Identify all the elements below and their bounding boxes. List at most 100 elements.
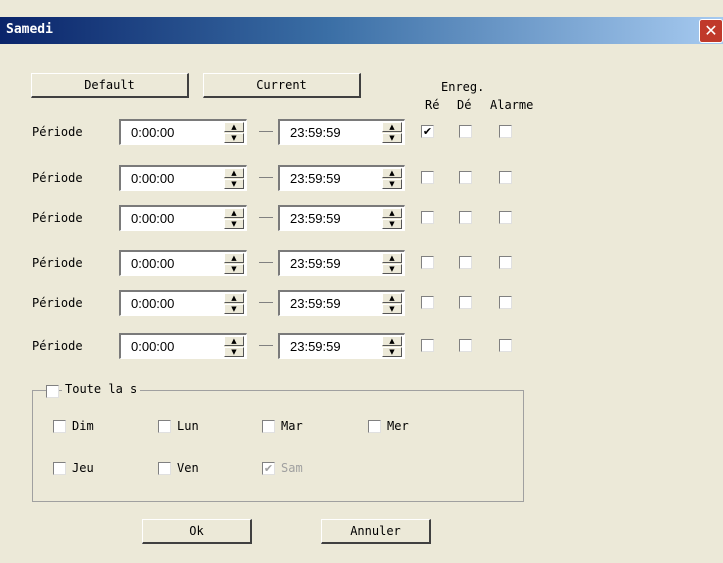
schedule-dialog: Samedi ✕ Default Current Enreg. Ré Dé Al… — [0, 0, 723, 563]
spin-down-icon[interactable]: ▼ — [224, 304, 244, 314]
day-label: Mer — [387, 419, 409, 433]
close-icon[interactable]: ✕ — [699, 19, 723, 43]
spin-down-icon[interactable]: ▼ — [382, 264, 402, 274]
end-spinner[interactable]: ▲ ▼ — [382, 168, 402, 189]
current-button[interactable]: Current — [203, 73, 361, 98]
de-checkbox[interactable] — [459, 125, 472, 138]
de-checkbox[interactable] — [459, 339, 472, 352]
spin-up-icon[interactable]: ▲ — [224, 122, 244, 132]
alarme-checkbox[interactable] — [499, 125, 512, 138]
whole-week-checkbox[interactable] — [46, 385, 59, 398]
alarme-checkbox[interactable] — [499, 211, 512, 224]
de-checkbox[interactable] — [459, 171, 472, 184]
spin-up-icon[interactable]: ▲ — [224, 168, 244, 178]
de-checkbox[interactable] — [459, 296, 472, 309]
day-checkbox[interactable] — [53, 462, 66, 475]
period-end-value: 23:59:59 — [290, 256, 341, 271]
spin-down-icon[interactable]: ▼ — [224, 133, 244, 143]
alarme-checkbox[interactable] — [499, 256, 512, 269]
period-end-value: 23:59:59 — [290, 171, 341, 186]
spin-up-icon[interactable]: ▲ — [382, 253, 402, 263]
start-spinner[interactable]: ▲ ▼ — [224, 208, 244, 229]
default-button[interactable]: Default — [31, 73, 189, 98]
re-checkbox[interactable]: ✔ — [421, 125, 434, 138]
day-checkbox[interactable] — [53, 420, 66, 433]
spin-down-icon[interactable]: ▼ — [382, 179, 402, 189]
whole-week-label: Toute la s — [62, 382, 141, 396]
start-spinner[interactable]: ▲ ▼ — [224, 293, 244, 314]
period-end-value: 23:59:59 — [290, 125, 341, 140]
de-checkbox[interactable] — [459, 256, 472, 269]
re-checkbox[interactable] — [421, 339, 434, 352]
spin-down-icon[interactable]: ▼ — [224, 179, 244, 189]
end-spinner[interactable]: ▲ ▼ — [382, 293, 402, 314]
spin-down-icon[interactable]: ▼ — [382, 304, 402, 314]
spin-down-icon[interactable]: ▼ — [224, 264, 244, 274]
alarme-checkbox[interactable] — [499, 171, 512, 184]
end-spinner[interactable]: ▲ ▼ — [382, 336, 402, 357]
period-end-value: 23:59:59 — [290, 211, 341, 226]
spin-up-icon[interactable]: ▲ — [382, 208, 402, 218]
period-end-field[interactable]: 23:59:59 ▲ ▼ — [278, 165, 405, 191]
range-separator — [259, 345, 273, 346]
period-start-field[interactable]: 0:00:00 ▲ ▼ — [119, 205, 247, 231]
end-spinner[interactable]: ▲ ▼ — [382, 208, 402, 229]
end-spinner[interactable]: ▲ ▼ — [382, 253, 402, 274]
period-start-field[interactable]: 0:00:00 ▲ ▼ — [119, 333, 247, 359]
alarme-checkbox[interactable] — [499, 339, 512, 352]
day-checkbox[interactable] — [368, 420, 381, 433]
start-spinner[interactable]: ▲ ▼ — [224, 122, 244, 143]
period-label: Période — [32, 171, 83, 185]
period-end-field[interactable]: 23:59:59 ▲ ▼ — [278, 119, 405, 145]
alarme-checkbox[interactable] — [499, 296, 512, 309]
spin-down-icon[interactable]: ▼ — [224, 347, 244, 357]
period-label: Période — [32, 211, 83, 225]
title-bar[interactable]: Samedi ✕ — [0, 17, 723, 44]
end-spinner[interactable]: ▲ ▼ — [382, 122, 402, 143]
spin-up-icon[interactable]: ▲ — [224, 336, 244, 346]
spin-up-icon[interactable]: ▲ — [382, 293, 402, 303]
spin-down-icon[interactable]: ▼ — [382, 133, 402, 143]
period-label: Période — [32, 256, 83, 270]
period-end-field[interactable]: 23:59:59 ▲ ▼ — [278, 250, 405, 276]
spin-up-icon[interactable]: ▲ — [382, 168, 402, 178]
spin-up-icon[interactable]: ▲ — [224, 208, 244, 218]
re-checkbox[interactable] — [421, 211, 434, 224]
spin-up-icon[interactable]: ▲ — [224, 253, 244, 263]
range-separator — [259, 131, 273, 132]
period-label: Période — [32, 339, 83, 353]
re-checkbox[interactable] — [421, 171, 434, 184]
spin-up-icon[interactable]: ▲ — [224, 293, 244, 303]
day-label: Sam — [281, 461, 303, 475]
period-label: Période — [32, 296, 83, 310]
window-title: Samedi — [6, 22, 53, 37]
spin-down-icon[interactable]: ▼ — [382, 219, 402, 229]
period-start-value: 0:00:00 — [131, 211, 175, 226]
day-checkbox[interactable] — [262, 420, 275, 433]
re-checkbox[interactable] — [421, 296, 434, 309]
day-checkbox[interactable] — [158, 420, 171, 433]
de-checkbox[interactable] — [459, 211, 472, 224]
re-checkbox[interactable] — [421, 256, 434, 269]
period-end-field[interactable]: 23:59:59 ▲ ▼ — [278, 333, 405, 359]
period-start-field[interactable]: 0:00:00 ▲ ▼ — [119, 250, 247, 276]
period-start-field[interactable]: 0:00:00 ▲ ▼ — [119, 165, 247, 191]
period-end-field[interactable]: 23:59:59 ▲ ▼ — [278, 205, 405, 231]
start-spinner[interactable]: ▲ ▼ — [224, 253, 244, 274]
spin-up-icon[interactable]: ▲ — [382, 122, 402, 132]
period-start-field[interactable]: 0:00:00 ▲ ▼ — [119, 119, 247, 145]
period-label: Période — [32, 125, 83, 139]
range-separator — [259, 177, 273, 178]
spin-down-icon[interactable]: ▼ — [224, 219, 244, 229]
spin-up-icon[interactable]: ▲ — [382, 336, 402, 346]
start-spinner[interactable]: ▲ ▼ — [224, 168, 244, 189]
cancel-button[interactable]: Annuler — [321, 519, 431, 544]
start-spinner[interactable]: ▲ ▼ — [224, 336, 244, 357]
period-end-field[interactable]: 23:59:59 ▲ ▼ — [278, 290, 405, 316]
day-checkbox[interactable] — [158, 462, 171, 475]
spin-down-icon[interactable]: ▼ — [382, 347, 402, 357]
ok-button[interactable]: Ok — [142, 519, 252, 544]
period-start-field[interactable]: 0:00:00 ▲ ▼ — [119, 290, 247, 316]
period-end-value: 23:59:59 — [290, 339, 341, 354]
day-label: Jeu — [72, 461, 94, 475]
